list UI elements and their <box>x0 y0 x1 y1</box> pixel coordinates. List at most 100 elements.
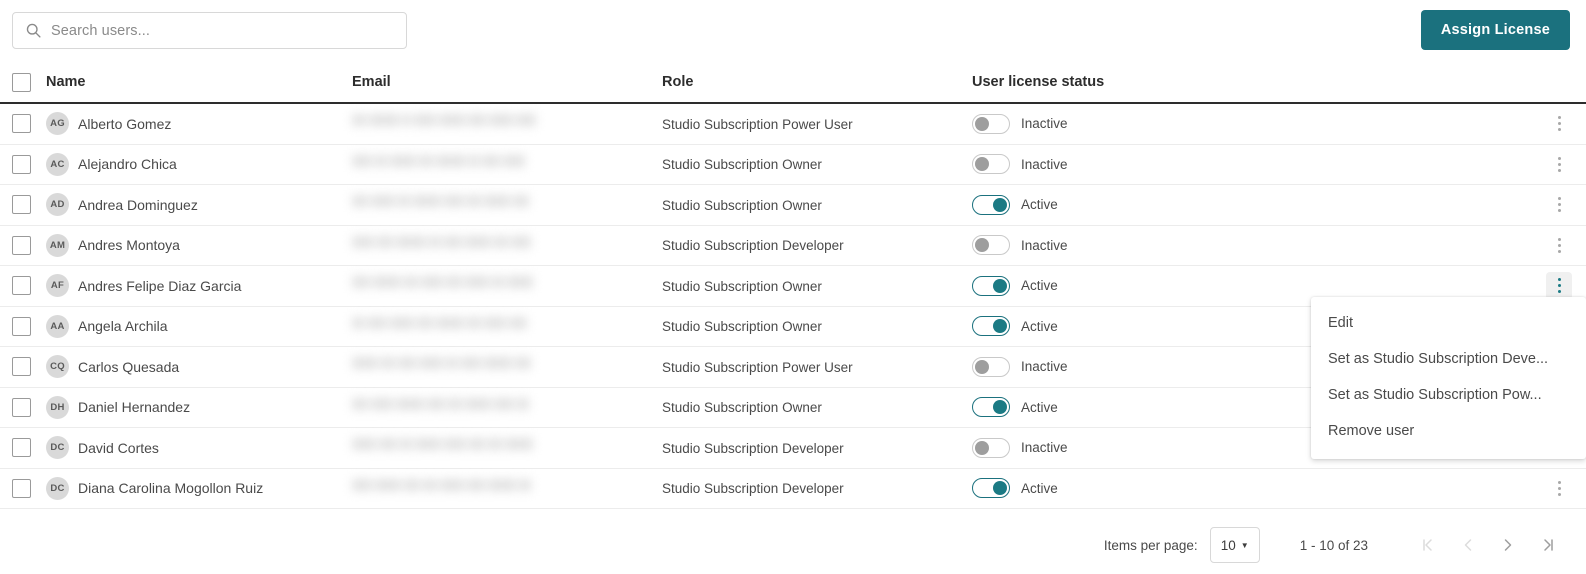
user-role-cell: Studio Subscription Developer <box>662 480 972 496</box>
license-status-toggle[interactable] <box>972 113 1010 134</box>
search-icon <box>26 23 41 38</box>
table-row[interactable]: AM Andres Montoya Studio Subscription De… <box>0 226 1586 266</box>
row-menu-icon[interactable] <box>1546 150 1572 178</box>
user-role-cell: Studio Subscription Owner <box>662 399 972 415</box>
column-header-role[interactable]: Role <box>662 74 972 90</box>
redacted-email <box>352 111 542 137</box>
previous-page-icon[interactable] <box>1448 527 1488 563</box>
license-status-toggle[interactable] <box>972 194 1010 215</box>
user-role-cell: Studio Subscription Power User <box>662 359 972 375</box>
license-status-toggle[interactable] <box>972 397 1010 418</box>
user-name-cell: AC Alejandro Chica <box>46 152 352 176</box>
row-checkbox[interactable] <box>12 276 31 296</box>
user-email-cell <box>352 307 662 347</box>
user-name: Alejandro Chica <box>78 156 177 173</box>
redacted-email <box>352 354 542 380</box>
row-checkbox[interactable] <box>12 195 31 215</box>
license-status-toggle[interactable] <box>972 316 1010 337</box>
row-context-menu[interactable]: Edit Set as Studio Subscription Deve... … <box>1311 297 1586 459</box>
table-row[interactable]: DC Diana Carolina Mogollon Ruiz Studio S… <box>0 469 1586 509</box>
column-header-email[interactable]: Email <box>352 62 662 102</box>
user-name-cell: AF Andres Felipe Diaz Garcia <box>46 274 352 298</box>
last-page-icon[interactable] <box>1528 527 1568 563</box>
redacted-email <box>352 313 542 339</box>
assign-license-button[interactable]: Assign License <box>1420 10 1570 50</box>
redacted-email <box>352 232 542 258</box>
column-header-user-license-status[interactable]: User license status <box>972 74 1272 90</box>
row-actions-cell <box>1272 231 1586 259</box>
user-role-cell: Studio Subscription Owner <box>662 318 972 334</box>
row-select-cell <box>12 114 46 134</box>
row-checkbox[interactable] <box>12 478 31 498</box>
user-role: Studio Subscription Owner <box>662 400 822 416</box>
user-license-status-cell: Inactive <box>972 356 1272 377</box>
user-role: Studio Subscription Owner <box>662 197 822 213</box>
user-email-cell <box>352 226 662 266</box>
license-status-toggle[interactable] <box>972 437 1010 458</box>
column-header-name[interactable]: Name <box>46 74 352 90</box>
user-email-cell <box>352 104 662 144</box>
table-row[interactable]: AG Alberto Gomez Studio Subscription Pow… <box>0 104 1586 145</box>
items-per-page-value: 10 <box>1220 537 1236 553</box>
avatar: AG <box>46 112 69 136</box>
menu-item-edit[interactable]: Edit <box>1311 305 1586 341</box>
select-all-cell <box>12 72 46 92</box>
user-name-cell: CQ Carlos Quesada <box>46 355 352 379</box>
row-checkbox[interactable] <box>12 438 31 458</box>
avatar: AA <box>46 314 69 338</box>
license-status-label: Active <box>1021 399 1058 415</box>
license-status-toggle[interactable] <box>972 235 1010 256</box>
row-actions-cell <box>1272 271 1586 300</box>
search-box[interactable] <box>12 12 407 49</box>
user-name-cell: DC Diana Carolina Mogollon Ruiz <box>46 476 352 500</box>
license-status-toggle[interactable] <box>972 478 1010 499</box>
license-status-label: Active <box>1021 197 1058 213</box>
license-status-toggle[interactable] <box>972 356 1010 377</box>
row-select-cell <box>12 357 46 377</box>
menu-item-set-developer[interactable]: Set as Studio Subscription Deve... <box>1311 341 1586 377</box>
row-menu-icon[interactable] <box>1546 191 1572 219</box>
next-page-icon[interactable] <box>1488 527 1528 563</box>
select-all-checkbox[interactable] <box>12 72 31 92</box>
user-name: Angela Archila <box>78 318 168 335</box>
row-checkbox[interactable] <box>12 114 31 134</box>
row-checkbox[interactable] <box>12 316 31 336</box>
user-role: Studio Subscription Power User <box>662 116 853 132</box>
row-checkbox[interactable] <box>12 235 31 255</box>
row-select-cell <box>12 276 46 296</box>
user-license-status-cell: Active <box>972 316 1272 337</box>
row-checkbox[interactable] <box>12 397 31 417</box>
user-email-cell <box>352 145 662 185</box>
user-license-page: Assign License Name Email Role User lice… <box>0 0 1586 574</box>
first-page-icon[interactable] <box>1408 527 1448 563</box>
license-status-toggle[interactable] <box>972 154 1010 175</box>
license-status-toggle[interactable] <box>972 275 1010 296</box>
row-checkbox[interactable] <box>12 357 31 377</box>
chevron-down-icon: ▼ <box>1240 540 1249 550</box>
menu-item-set-power-user[interactable]: Set as Studio Subscription Pow... <box>1311 377 1586 413</box>
user-license-status-cell: Inactive <box>972 154 1272 175</box>
table-row[interactable]: AD Andrea Dominguez Studio Subscription … <box>0 185 1586 226</box>
table-row[interactable]: AC Alejandro Chica Studio Subscription O… <box>0 145 1586 185</box>
license-status-label: Active <box>1021 278 1058 294</box>
menu-item-remove-user[interactable]: Remove user <box>1311 413 1586 449</box>
row-select-cell <box>12 316 46 336</box>
row-menu-icon[interactable] <box>1546 474 1572 502</box>
items-per-page-select[interactable]: 10 ▼ <box>1209 527 1260 563</box>
user-role: Studio Subscription Power User <box>662 359 853 375</box>
row-menu-icon[interactable] <box>1546 231 1572 259</box>
user-name: Diana Carolina Mogollon Ruiz <box>78 480 264 497</box>
search-input[interactable] <box>51 18 381 43</box>
license-status-label: Inactive <box>1021 237 1068 253</box>
user-license-status-cell: Active <box>972 397 1272 418</box>
user-license-status-cell: Inactive <box>972 113 1272 134</box>
row-checkbox[interactable] <box>12 154 31 174</box>
row-select-cell <box>12 235 46 255</box>
row-select-cell <box>12 478 46 498</box>
user-role-cell: Studio Subscription Developer <box>662 440 972 456</box>
user-name-cell: AG Alberto Gomez <box>46 112 352 136</box>
user-name-cell: AM Andres Montoya <box>46 233 352 257</box>
row-menu-icon[interactable] <box>1546 271 1572 300</box>
row-menu-icon[interactable] <box>1546 110 1572 138</box>
user-email-cell <box>352 185 662 225</box>
